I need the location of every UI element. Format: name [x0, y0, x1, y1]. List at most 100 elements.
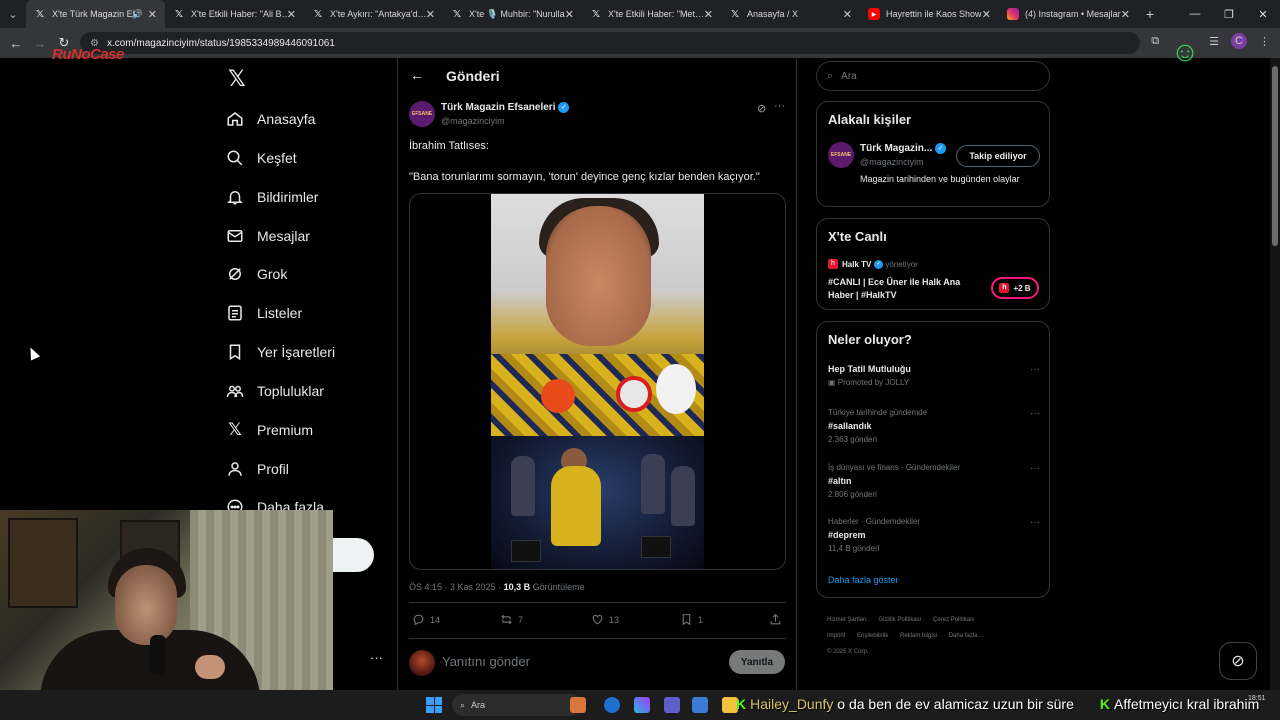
- trend-count: 11,4 B gönderi: [828, 544, 880, 553]
- minimize-icon[interactable]: —: [1178, 0, 1212, 28]
- address-bar[interactable]: ⚙ x.com/magazinciyim/status/198533498944…: [80, 32, 1140, 54]
- author-name-row[interactable]: Türk Magazin Efsaneleri ✓: [441, 102, 570, 113]
- footer-link[interactable]: Hizmet Şartları: [827, 617, 867, 623]
- nav-item-grok[interactable]: Grok: [226, 259, 287, 289]
- taskbar-app-icon[interactable]: [604, 697, 620, 713]
- close-tab-icon[interactable]: ✕: [704, 8, 713, 21]
- trend-more-icon[interactable]: ···: [1030, 463, 1040, 474]
- nav-item-communities[interactable]: Topluluklar: [226, 376, 324, 406]
- nav-label: Listeler: [257, 305, 303, 321]
- close-tab-icon[interactable]: ✕: [982, 8, 991, 21]
- nav-item-premium[interactable]: 𝕏 Premium: [226, 415, 313, 445]
- browser-tab[interactable]: 𝕏 X'te 🎙️ Muhbir: "Nurulla ✕: [443, 0, 582, 28]
- show-more-link[interactable]: Daha fazla göster: [828, 575, 899, 585]
- browser-tab[interactable]: 𝕏 X'te Etkili Haber: "Mete Ya ✕: [582, 0, 721, 28]
- x-logo-icon: 𝕏: [730, 8, 740, 20]
- tab-search-button[interactable]: ⌄: [0, 0, 26, 28]
- taskbar-app-icon[interactable]: [692, 697, 708, 713]
- reply-input[interactable]: Yanıtını gönder: [442, 654, 530, 669]
- close-tab-icon[interactable]: ✕: [1121, 8, 1130, 21]
- footer-link[interactable]: Gizlilik Politikası: [878, 617, 921, 623]
- nav-item-lists[interactable]: Listeler: [226, 298, 302, 328]
- footer-link[interactable]: Reklam bilgisi: [900, 633, 937, 639]
- trend-item[interactable]: Hep Tatil Mutluluğu ▣ Promoted by JOLLY …: [828, 364, 1040, 387]
- speaker-icon[interactable]: 🔊: [132, 9, 143, 20]
- tab-title: (4) Instagram • Mesajlar: [1025, 9, 1121, 19]
- media-controls-icon[interactable]: ☰: [1209, 35, 1219, 48]
- repost-button[interactable]: 7: [500, 613, 523, 626]
- reply-submit-button[interactable]: Yanıtla: [729, 650, 785, 674]
- taskbar-app-icon[interactable]: [634, 697, 650, 713]
- grok-explain-icon[interactable]: ⊘: [757, 102, 766, 115]
- trend-more-icon[interactable]: ···: [1030, 364, 1040, 375]
- following-button[interactable]: Takip ediliyor: [956, 145, 1040, 167]
- trend-more-icon[interactable]: ···: [1030, 517, 1040, 528]
- related-handle[interactable]: @magazinciyim: [860, 157, 924, 167]
- scrollbar-thumb[interactable]: [1272, 66, 1278, 246]
- nav-item-notifications[interactable]: Bildirimler: [226, 182, 318, 212]
- cast-icon[interactable]: ⧉: [1151, 35, 1159, 48]
- live-listeners-badge[interactable]: h +2 B: [991, 277, 1039, 299]
- post-header: ← Gönderi: [398, 58, 796, 94]
- trend-item[interactable]: Türkiye tarihinde gündemde #sallandık 2.…: [828, 408, 1040, 444]
- grok-floating-button[interactable]: ⊘: [1219, 642, 1257, 680]
- related-name-row[interactable]: Türk Magazin... ✓: [860, 143, 947, 154]
- reply-button[interactable]: 14: [412, 613, 440, 626]
- taskbar-search[interactable]: ⌕ Ara: [452, 694, 582, 716]
- close-tab-icon[interactable]: ✕: [426, 8, 435, 21]
- back-icon[interactable]: ←: [4, 36, 28, 51]
- live-headline[interactable]: #CANLI | Ece Üner ile Halk Ana Haber | #…: [828, 276, 988, 302]
- trend-item[interactable]: Haberler · Gündemdekiler #deprem 11,4 B …: [828, 517, 1040, 553]
- close-tab-icon[interactable]: ✕: [565, 8, 574, 21]
- footer-link[interactable]: Erişilebilirlik: [857, 633, 888, 639]
- browser-tab[interactable]: 𝕏 X'te Aykırı: "Antakya'da 3 ✕: [304, 0, 443, 28]
- footer-link[interactable]: Çerez Politikası: [933, 617, 975, 623]
- nav-item-messages[interactable]: Mesajlar: [226, 221, 310, 251]
- nav-label: Bildirimler: [257, 189, 319, 205]
- browser-tab[interactable]: ▶ Hayrettin ile Kaos Show ✕: [860, 0, 999, 28]
- post-media-video[interactable]: [409, 193, 786, 570]
- share-button[interactable]: [769, 613, 787, 626]
- search-input[interactable]: ⌕ Ara: [816, 61, 1050, 91]
- nav-item-explore[interactable]: Keşfet: [226, 143, 297, 173]
- browser-tab[interactable]: 𝕏 Anasayfa / X ✕: [721, 0, 860, 28]
- taskbar-app-icon[interactable]: [664, 697, 680, 713]
- like-button[interactable]: 13: [591, 613, 619, 626]
- taskbar-app-icon[interactable]: [570, 697, 586, 713]
- browser-tab[interactable]: 𝕏 X'te Etkili Haber: "Ali Baba ✕: [165, 0, 304, 28]
- windows-start-icon[interactable]: [426, 697, 442, 713]
- browser-menu-icon[interactable]: ⋮: [1259, 35, 1270, 48]
- post-more-icon[interactable]: ···: [774, 100, 785, 112]
- related-avatar[interactable]: EFSANE: [828, 142, 854, 168]
- profile-avatar[interactable]: C: [1231, 33, 1247, 49]
- page-scrollbar[interactable]: [1270, 58, 1280, 720]
- live-source[interactable]: h Halk TV ✓ yönetiyor: [828, 259, 918, 269]
- browser-tab[interactable]: 𝕏 X'te Türk Magazin Efs 🔊 ✕: [26, 0, 165, 28]
- account-menu-icon[interactable]: ···: [370, 650, 383, 665]
- nav-item-bookmarks[interactable]: Yer İşaretleri: [226, 337, 335, 367]
- close-tab-icon[interactable]: ✕: [843, 8, 852, 21]
- close-tab-icon[interactable]: ✕: [287, 8, 296, 21]
- tab-title: Anasayfa / X: [747, 9, 799, 19]
- repost-count: 7: [518, 614, 524, 625]
- footer-link[interactable]: Daha fazla ...: [949, 633, 984, 639]
- author-handle[interactable]: @magazinciyim: [441, 116, 505, 126]
- close-tab-icon[interactable]: ✕: [148, 8, 157, 21]
- current-user-avatar[interactable]: [409, 650, 435, 676]
- post-timestamp[interactable]: ÖS 4:15 · 3 Kas 2025 ·: [409, 582, 501, 592]
- trend-more-icon[interactable]: ···: [1030, 408, 1040, 419]
- trend-item[interactable]: İş dünyası ve finans · Gündemdekiler #al…: [828, 463, 1040, 499]
- bookmark-button[interactable]: 1: [680, 613, 703, 626]
- forward-icon[interactable]: →: [28, 36, 52, 51]
- maximize-icon[interactable]: ❐: [1212, 0, 1246, 28]
- tab-title: X'te Türk Magazin Efs: [52, 9, 140, 19]
- footer-link[interactable]: Imprint: [827, 633, 845, 639]
- x-logo-icon[interactable]: 𝕏: [228, 66, 246, 92]
- nav-item-profile[interactable]: Profil: [226, 454, 289, 484]
- new-tab-button[interactable]: +: [1138, 6, 1162, 22]
- back-arrow-icon[interactable]: ←: [410, 67, 424, 83]
- nav-item-home[interactable]: Anasayfa: [226, 104, 315, 134]
- close-window-icon[interactable]: ✕: [1246, 0, 1280, 28]
- browser-tab[interactable]: (4) Instagram • Mesajlar ✕: [999, 0, 1138, 28]
- author-avatar[interactable]: EFSANE: [409, 101, 435, 127]
